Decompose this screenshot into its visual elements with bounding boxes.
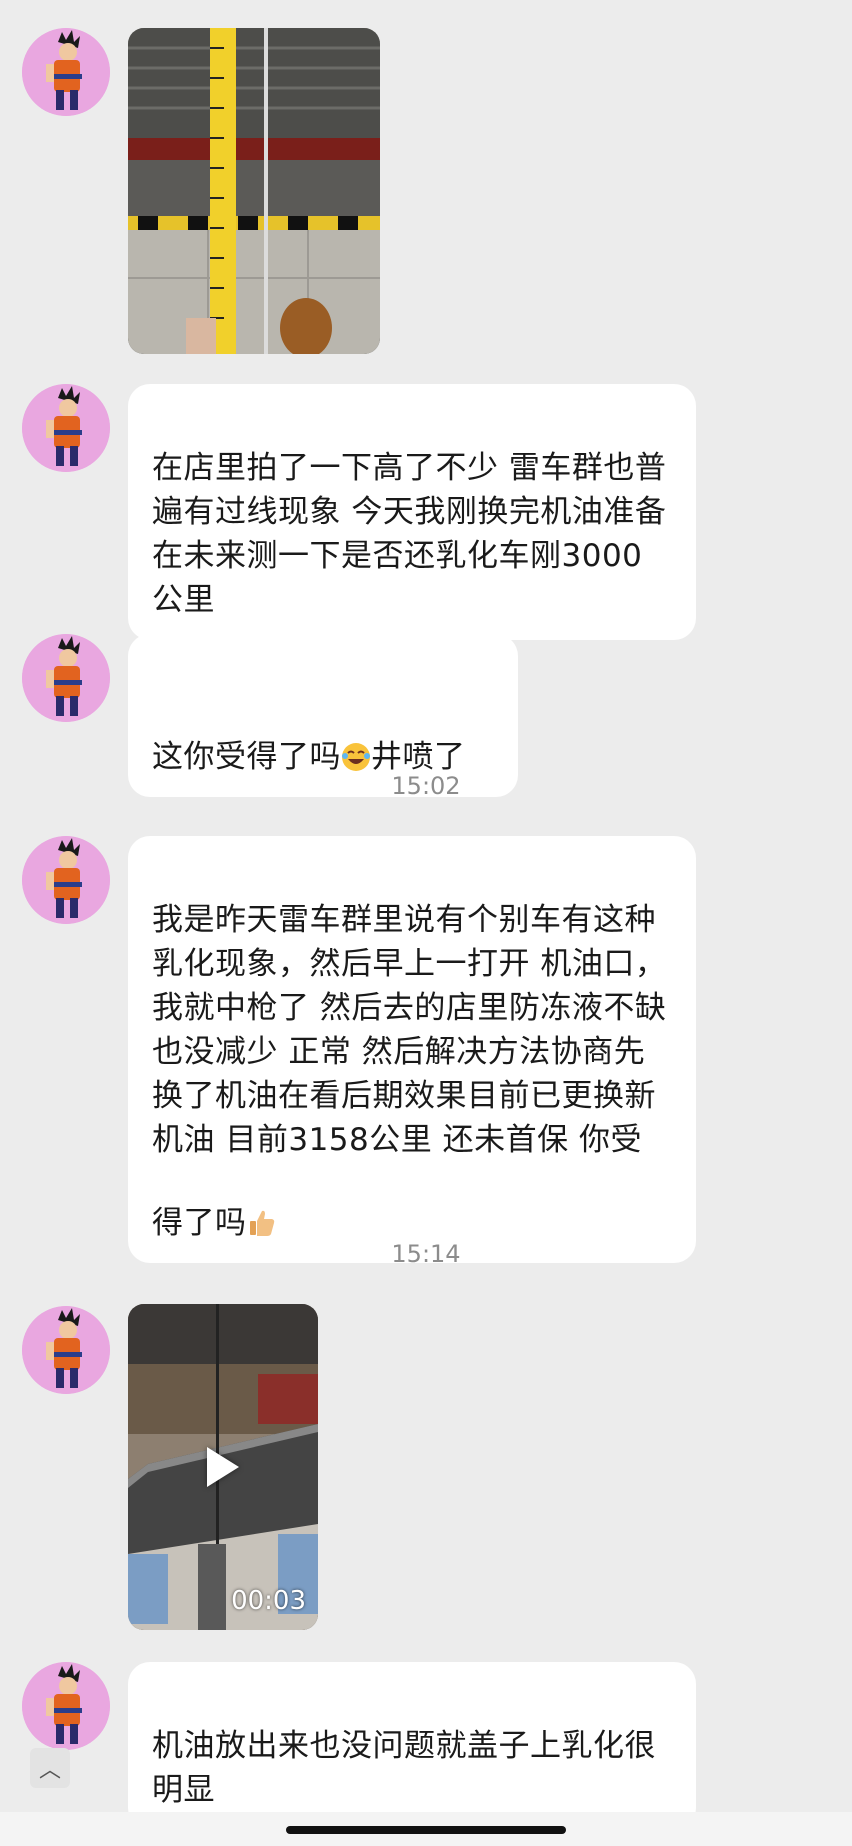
message-bubble[interactable]: 在店里拍了一下高了不少 雷车群也普遍有过线现象 今天我刚换完机油准备在未来测一下…	[128, 384, 696, 640]
message-bubble[interactable]: 我是昨天雷车群里说有个别车有这种乳化现象，然后早上一打开 机油口，我就中枪了 然…	[128, 836, 696, 1263]
thumbs-up-emoji-icon	[247, 1162, 277, 1236]
home-indicator[interactable]	[286, 1826, 566, 1834]
message-text: 我是昨天雷车群里说有个别车有这种乳化现象，然后早上一打开 机油口，我就中枪了 然…	[152, 902, 667, 1241]
chevron-up-icon[interactable]: ︿	[30, 1748, 70, 1788]
avatar[interactable]	[22, 28, 110, 116]
avatar[interactable]	[22, 836, 110, 924]
timestamp: 15:02	[391, 772, 461, 800]
message-text: 在店里拍了一下高了不少 雷车群也普遍有过线现象 今天我刚换完机油准备在未来测一下…	[152, 450, 667, 618]
avatar[interactable]	[22, 634, 110, 722]
message-bubble[interactable]: 机油放出来也没问题就盖子上乳化很明显	[128, 1662, 696, 1830]
video-message[interactable]: 00:03	[128, 1304, 318, 1630]
joy-emoji-icon	[341, 696, 371, 771]
avatar[interactable]	[22, 1662, 110, 1750]
message-text: 井喷了	[371, 739, 466, 775]
avatar[interactable]	[22, 384, 110, 472]
video-duration: 00:03	[231, 1586, 306, 1616]
image-message[interactable]	[128, 28, 380, 354]
avatar[interactable]	[22, 1306, 110, 1394]
message-text: 这你受得了吗	[152, 739, 341, 775]
tape-measure-photo	[128, 28, 380, 354]
play-icon[interactable]	[207, 1447, 239, 1487]
timestamp: 15:14	[391, 1240, 461, 1268]
message-text: 机油放出来也没问题就盖子上乳化很明显	[152, 1728, 656, 1808]
